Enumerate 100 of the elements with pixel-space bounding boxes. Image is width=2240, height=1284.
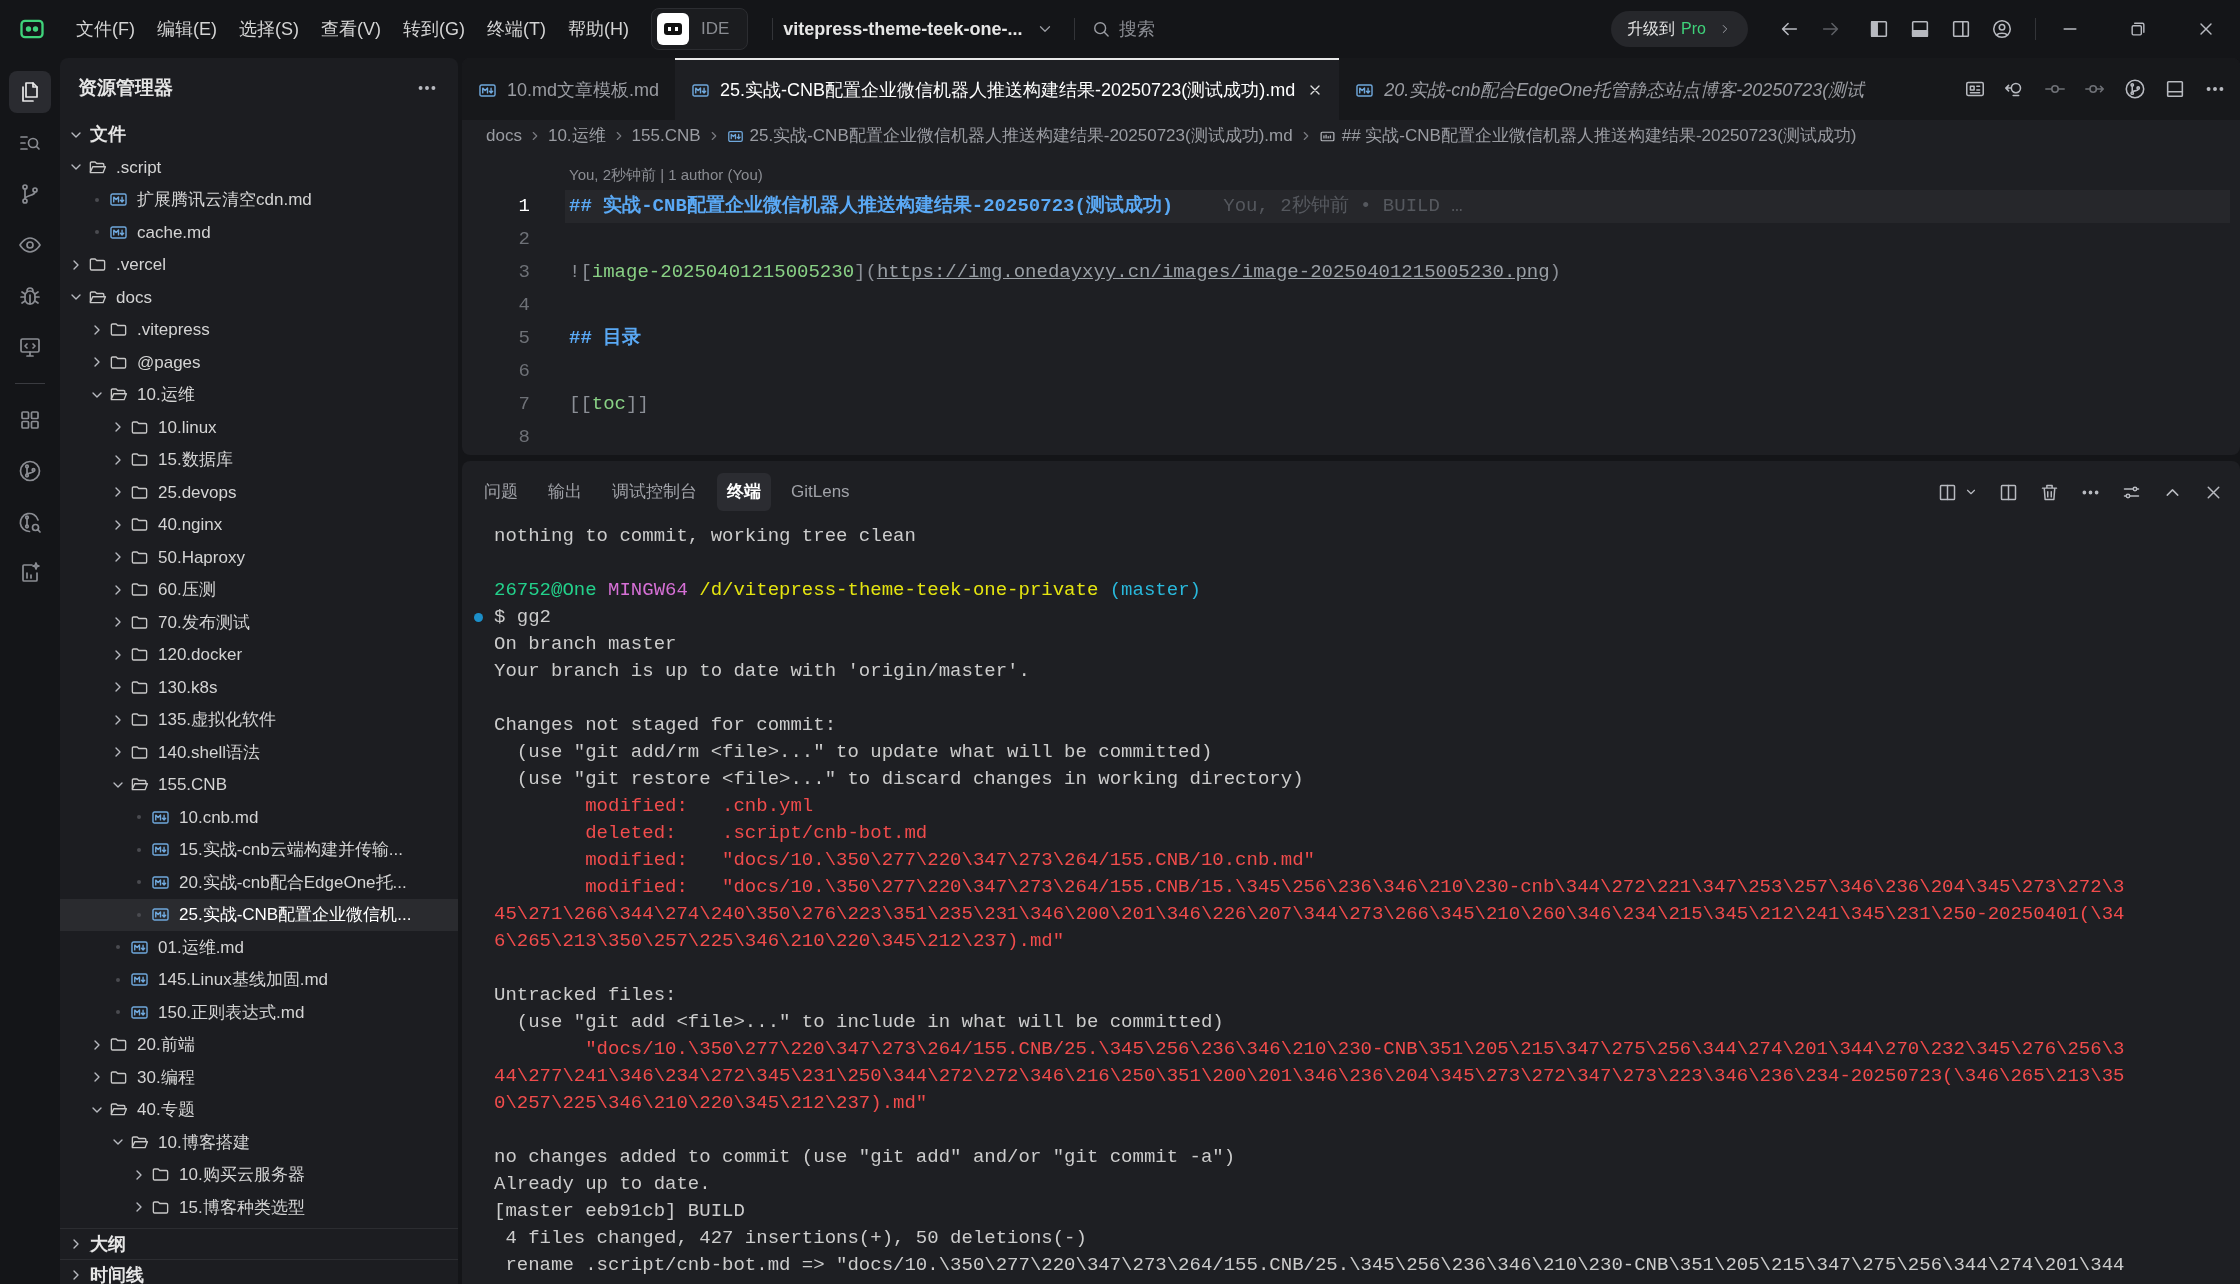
panel-tab[interactable]: GitLens	[781, 473, 860, 511]
line-number: 7	[517, 392, 530, 418]
restore-icon[interactable]	[2128, 19, 2148, 39]
terminal-line: 6\265\213\350\257\225\346\210\220\345\212\237).md"	[494, 929, 1065, 954]
section-header[interactable]: 时间线	[60, 1259, 458, 1284]
folder-tree-item[interactable]: 130.k8s	[60, 671, 458, 704]
panel-toggle-icon[interactable]	[1909, 18, 1931, 40]
line-number: 1	[517, 194, 530, 220]
folder-tree-item[interactable]: 10.博客搭建	[60, 1126, 458, 1159]
folder-tree-item[interactable]: 40.nginx	[60, 508, 458, 541]
file-tree-item[interactable]: 10.cnb.md	[60, 801, 458, 834]
code-line: ![image-20250401215005230](https://img.onedayxyy.cn/images/image-20250401215005230.png)	[569, 260, 1561, 286]
section-header[interactable]: 文件	[60, 118, 458, 151]
terminal-line: [master eeb91cb] BUILD	[494, 1199, 745, 1224]
mode-switch[interactable]: IDE	[650, 8, 749, 50]
folder-tree-item[interactable]: 10.linux	[60, 411, 458, 444]
terminal-line: modified: .cnb.yml	[584, 794, 814, 819]
menu-item[interactable]: 文件(F)	[68, 15, 143, 43]
panel-title: 资源管理器	[78, 75, 173, 100]
file-tree-item[interactable]: 150.正则表达式.md	[60, 996, 458, 1029]
editor-tab[interactable]: 20.实战-cnb配合EdgeOne托管静态站点博客-20250723(测试	[1339, 58, 1881, 120]
file-tree-item[interactable]: 15.实战-cnb云端构建并传输...	[60, 833, 458, 866]
menu-item[interactable]: 帮助(H)	[559, 15, 637, 43]
monitor-icon	[18, 335, 42, 359]
folder-tree-item[interactable]: 155.CNB	[60, 768, 458, 801]
activity-tab[interactable]	[9, 71, 51, 113]
folder-tree-item[interactable]: .script	[60, 151, 458, 184]
file-tree-item[interactable]: 145.Linux基线加固.md	[60, 963, 458, 996]
code-line: ## 目录	[569, 326, 642, 352]
folder-tree-item[interactable]: docs	[60, 281, 458, 314]
terminal-line: no changes added to commit (use "git add" and/or "git commit -a")	[494, 1145, 1236, 1170]
folder-tree-item[interactable]: 25.devops	[60, 476, 458, 509]
folder-tree-item[interactable]: 30.编程	[60, 1061, 458, 1094]
line-number: 5	[517, 326, 530, 352]
line-number: 3	[517, 260, 530, 286]
account-icon[interactable]	[1991, 18, 2013, 40]
terminal-line: Already up to date.	[494, 1172, 711, 1197]
folder-tree-item[interactable]: 140.shell语法	[60, 736, 458, 769]
folder-tree-item[interactable]: 10.购买云服务器	[60, 1158, 458, 1191]
file-tree-item[interactable]: 25.实战-CNB配置企业微信机...	[60, 898, 458, 931]
terminal-line: 26752@One MINGW64 /d/vitepress-theme-teek-one-private (master)	[494, 578, 1201, 603]
folder-tree-item[interactable]: 15.数据库	[60, 443, 458, 476]
folder-tree-item[interactable]: 20.前端	[60, 1028, 458, 1061]
folder-tree-item[interactable]: 135.虚拟化软件	[60, 703, 458, 736]
codelens-annotation[interactable]: You, 2秒钟前 | 1 author (You)	[569, 163, 763, 186]
menu-item[interactable]: 转到(G)	[395, 15, 473, 43]
terminal-line: "docs/10.\350\277\220\347\273\264/155.CNB/25.\345\256\236\346\210\230-CNB\351\205\215\347\275\256\344\274\201\344\270\232\345\276\256\3	[584, 1037, 2125, 1062]
menu-item[interactable]: 查看(V)	[313, 15, 389, 43]
file-tree-item[interactable]: 20.实战-cnb配合EdgeOne托...	[60, 866, 458, 899]
terminal-line: 0\257\225\346\210\220\345\212\237).md"	[494, 1091, 928, 1116]
folder-tree-item[interactable]: @pages	[60, 346, 458, 379]
folder-tree-item[interactable]: 15.博客种类选型	[60, 1191, 458, 1224]
panel-tab[interactable]: 调试控制台	[602, 473, 707, 511]
folder-tree-item[interactable]: 120.docker	[60, 638, 458, 671]
panel-tab[interactable]: 输出	[538, 473, 592, 511]
folder-tree-item[interactable]: .vitepress	[60, 313, 458, 346]
file-tree-item[interactable]: 01.运维.md	[60, 931, 458, 964]
folder-tree-item[interactable]: 60.压测	[60, 573, 458, 606]
folder-tree-item[interactable]: 40.专题	[60, 1093, 458, 1126]
code-line: ## 实战-CNB配置企业微信机器人推送构建结果-20250723(测试成功)	[569, 193, 1174, 220]
editor-tab[interactable]: 10.md文章模板.md	[462, 58, 676, 120]
terminal-line: nothing to commit, working tree clean	[494, 524, 916, 549]
command-marker-icon	[473, 613, 483, 622]
ide-logo-icon	[656, 13, 689, 45]
breadcrumb-item[interactable]: ## 实战-CNB配置企业微信机器人推送构建结果-20250723(测试成功)	[1318, 123, 1857, 149]
breadcrumb-item[interactable]: 10.运维	[547, 123, 606, 149]
terminal-line: (use "git add <file>..." to include in what will be committed)	[515, 1010, 1224, 1035]
section-header[interactable]: 大纲	[60, 1228, 458, 1259]
menu-item[interactable]: 终端(T)	[479, 15, 554, 43]
sidebar-toggle-icon[interactable]	[1868, 18, 1890, 40]
terminal-line: $ gg2	[494, 605, 551, 630]
breadcrumb-item[interactable]: 155.CNB	[631, 123, 701, 149]
terminal-line: modified: "docs/10.\350\277\220\347\273\264/155.CNB/15.\345\256\236\346\210\230-cnb\344\272\221\347\253\257\346\236\204\345\273\272\3	[584, 875, 2125, 900]
menu-item[interactable]: 编辑(E)	[149, 15, 225, 43]
bug-icon	[18, 284, 42, 308]
folder-tree-item[interactable]: 50.Haproxy	[60, 541, 458, 574]
secondary-sidebar-icon[interactable]	[1950, 18, 1972, 40]
folder-tree-item[interactable]: 70.发布测试	[60, 606, 458, 639]
line-number: 4	[517, 293, 530, 319]
folder-tree-item[interactable]: .vercel	[60, 248, 458, 281]
editor-tab[interactable]: 25.实战-CNB配置企业微信机器人推送构建结果-20250723(测试成功).md	[675, 58, 1340, 120]
panel-tab[interactable]: 问题	[474, 473, 528, 511]
search-icon	[1091, 19, 1112, 39]
terminal-line: On branch master	[494, 632, 677, 657]
breadcrumb-item[interactable]: docs	[486, 123, 522, 149]
terminal-line: Untracked files:	[494, 983, 677, 1008]
code-line: [[toc]]	[569, 392, 649, 418]
panel-tab[interactable]: 终端	[717, 473, 771, 511]
breadcrumb-item[interactable]: 25.实战-CNB配置企业微信机器人推送构建结果-20250723(测试成功).md	[726, 123, 1293, 149]
file-tree-item[interactable]: 扩展腾讯云清空cdn.md	[60, 183, 458, 216]
search-field[interactable]: 搜索	[1091, 15, 1156, 43]
file-tree-item[interactable]: cache.md	[60, 216, 458, 249]
folder-tree-item[interactable]: 10.运维	[60, 378, 458, 411]
menu-item[interactable]: 选择(S)	[231, 15, 307, 43]
project-switcher[interactable]: vitepress-theme-teek-one-...	[783, 15, 1055, 43]
git-graph-icon[interactable]	[2124, 78, 2146, 100]
terminal-line: 45\271\266\344\274\240\350\276\223\351\235\231\346\200\201\346\226\207\344\273\266\345\210\260\346\234\215\345\212\241\345\231\250-20250401(\34	[494, 902, 2125, 927]
panel-layout-icon[interactable]	[2164, 78, 2186, 100]
upgrade-button[interactable]: 升级到 Pro	[1611, 11, 1748, 47]
git-graph-icon	[18, 459, 42, 483]
